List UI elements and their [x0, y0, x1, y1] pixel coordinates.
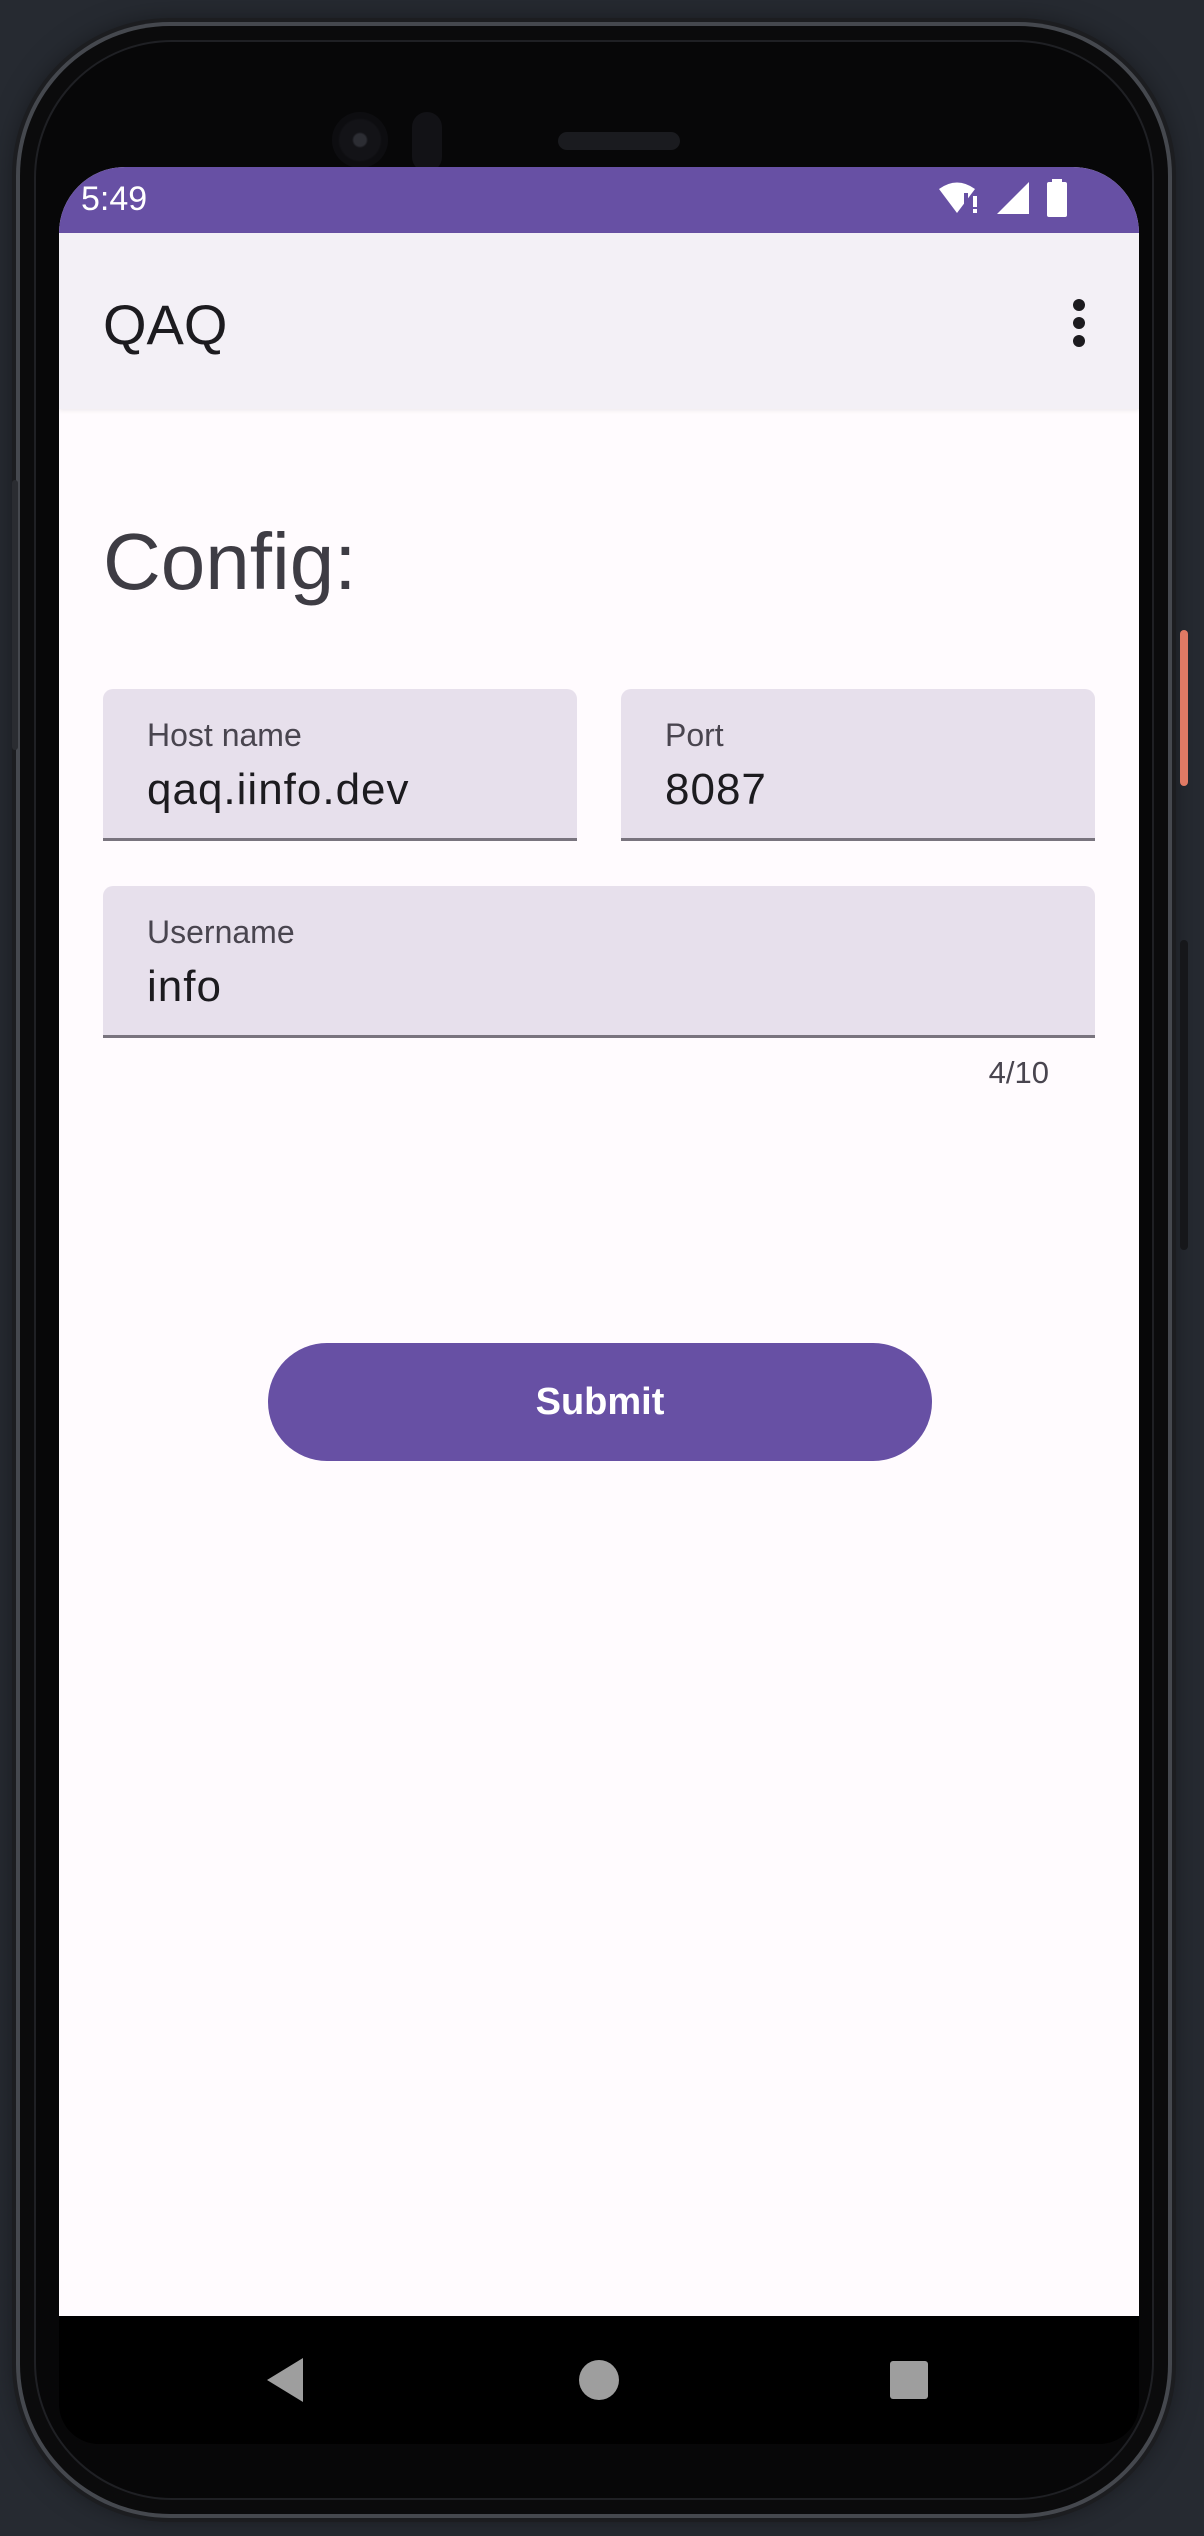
screen: 5:49 QAQ Config: Host name qaq.iinfo.dev… [59, 167, 1139, 2316]
username-char-counter: 4/10 [988, 1055, 1049, 1090]
host-name-field[interactable]: Host name qaq.iinfo.dev [103, 689, 577, 841]
power-button[interactable] [1180, 630, 1188, 786]
host-name-label: Host name [147, 717, 302, 753]
volume-button[interactable] [1180, 940, 1188, 1250]
proximity-sensor [412, 112, 442, 172]
username-label: Username [147, 914, 295, 950]
recents-icon [890, 2361, 928, 2399]
status-icons [937, 178, 1069, 222]
overflow-menu-button[interactable] [1047, 281, 1111, 365]
cell-signal-icon [995, 180, 1031, 221]
battery-icon [1045, 178, 1069, 222]
port-value[interactable]: 8087 [665, 765, 767, 815]
earpiece-speaker [558, 132, 680, 150]
side-button-left [12, 480, 18, 750]
home-icon [579, 2360, 619, 2400]
username-field[interactable]: Username info [103, 886, 1095, 1038]
front-camera [332, 112, 388, 168]
app-title: QAQ [103, 293, 228, 356]
submit-button[interactable]: Submit [268, 1343, 932, 1461]
config-heading: Config: [103, 517, 357, 606]
host-name-value[interactable]: qaq.iinfo.dev [147, 765, 410, 815]
top-app-bar: QAQ [59, 233, 1139, 409]
wifi-alert-icon [937, 180, 981, 221]
status-bar: 5:49 [59, 167, 1139, 233]
home-button[interactable] [569, 2350, 629, 2410]
recents-button[interactable] [879, 2350, 939, 2410]
navigation-bar [59, 2316, 1139, 2444]
username-value[interactable]: info [147, 962, 222, 1012]
status-time: 5:49 [81, 180, 148, 218]
back-button[interactable] [255, 2350, 315, 2410]
back-icon [267, 2358, 303, 2402]
port-label: Port [665, 717, 724, 753]
more-vert-icon [1073, 299, 1085, 347]
port-field[interactable]: Port 8087 [621, 689, 1095, 841]
